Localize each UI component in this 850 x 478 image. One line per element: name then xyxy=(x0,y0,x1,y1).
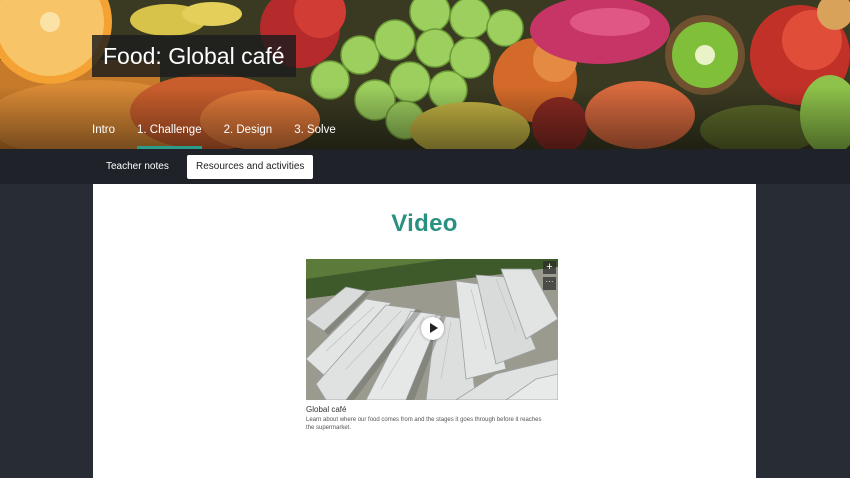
play-icon[interactable] xyxy=(421,317,444,340)
video-player[interactable]: + ··· xyxy=(306,259,558,400)
expand-icon[interactable]: + xyxy=(543,261,556,274)
content-card: Video + ··· Global café Learn about wher… xyxy=(93,184,756,478)
page-title: Food: Global café xyxy=(92,35,296,77)
tab-design[interactable]: 2. Design xyxy=(224,122,273,149)
subtab-resources-and-activities[interactable]: Resources and activities xyxy=(187,155,314,179)
page: Food: Global café Intro 1. Challenge 2. … xyxy=(0,0,850,478)
more-options-icon[interactable]: ··· xyxy=(543,277,556,290)
video-title: Global café xyxy=(306,405,347,414)
tab-challenge[interactable]: 1. Challenge xyxy=(137,122,202,149)
tab-intro[interactable]: Intro xyxy=(92,122,115,149)
sub-navigation: Teacher notes Resources and activities xyxy=(0,149,850,184)
subtab-teacher-notes[interactable]: Teacher notes xyxy=(97,155,178,179)
tab-solve[interactable]: 3. Solve xyxy=(294,122,336,149)
main-tabs: Intro 1. Challenge 2. Design 3. Solve xyxy=(92,122,336,149)
video-description: Learn about where our food comes from an… xyxy=(306,417,542,431)
section-heading: Video xyxy=(391,210,458,237)
hero-banner: Food: Global café Intro 1. Challenge 2. … xyxy=(0,0,850,149)
